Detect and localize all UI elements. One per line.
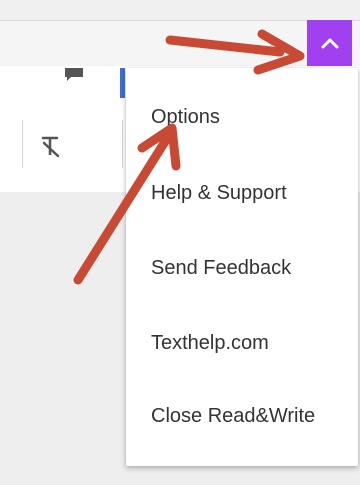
chevron-up-icon	[321, 38, 338, 49]
readwrite-toolbar	[0, 20, 360, 68]
clear-formatting-icon[interactable]	[38, 134, 64, 160]
collapse-toolbar-button[interactable]	[307, 20, 352, 66]
toolbar-divider	[122, 120, 123, 168]
menu-item-label: Send Feedback	[151, 256, 292, 279]
menu-item-label: Texthelp.com	[151, 331, 269, 354]
menu-item-label: Help & Support	[151, 181, 287, 204]
menu-item-texthelp-com[interactable]: Texthelp.com	[126, 320, 358, 366]
menu-item-help-support[interactable]: Help & Support	[126, 170, 358, 216]
accent-bar	[120, 68, 125, 98]
menu-item-options[interactable]: Options	[126, 94, 358, 140]
menu-item-close-readwrite[interactable]: Close Read&Write	[126, 393, 358, 439]
menu-item-label: Close Read&Write	[151, 404, 316, 427]
menu-item-send-feedback[interactable]: Send Feedback	[126, 245, 358, 291]
comment-icon[interactable]	[64, 66, 84, 82]
readwrite-menu: Options Help & Support Send Feedback Tex…	[126, 68, 358, 466]
menu-item-label: Options	[151, 105, 220, 128]
toolbar-divider	[22, 120, 23, 168]
app-window: Options Help & Support Send Feedback Tex…	[0, 0, 360, 485]
